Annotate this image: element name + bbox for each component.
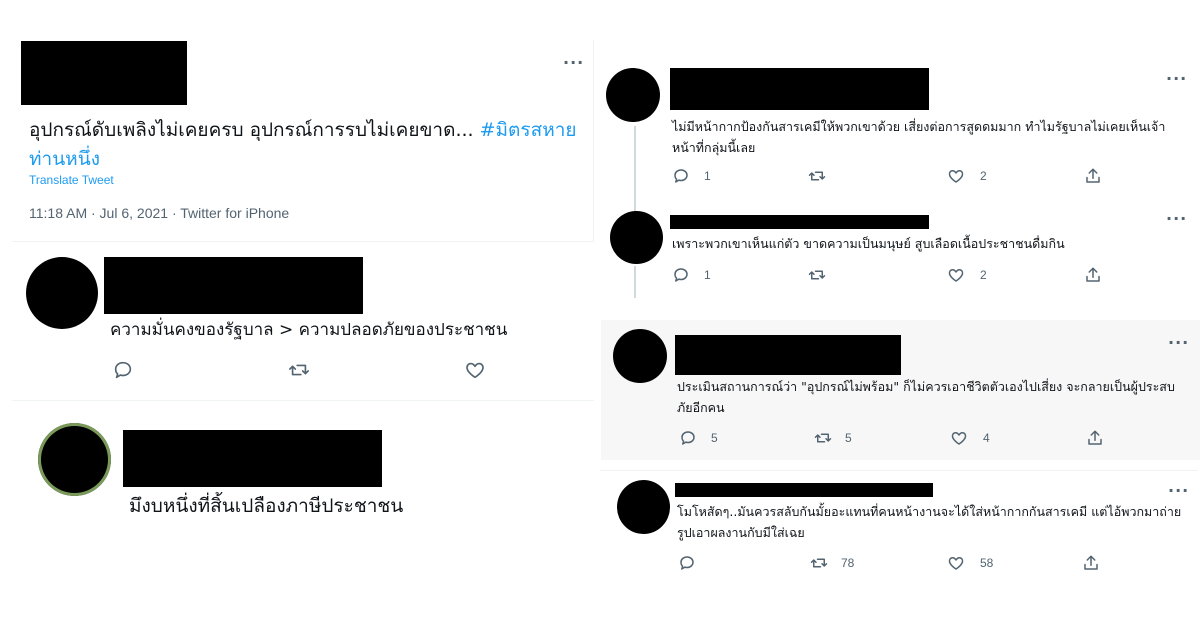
redacted-author [104,257,363,314]
reply-text: เพราะพวกเขาเห็นแก่ตัว ขาดความเป็นมนุษย์ … [672,236,1065,251]
retweet-count: 5 [845,431,852,445]
avatar[interactable] [617,480,670,534]
reply-icon [681,431,695,445]
like-button[interactable]: 2 [946,266,987,284]
retweet-icon [808,171,826,181]
retweet-button[interactable] [287,359,311,381]
retweet-button[interactable] [807,167,833,185]
avatar[interactable] [606,68,660,122]
main-tweet-body: อุปกรณ์ดับเพลิงไม่เคยครบ อุปกรณ์การรบไม่… [29,119,474,141]
redacted-author [675,483,933,497]
like-icon [948,557,964,570]
reply-button[interactable]: 1 [672,167,711,185]
reply-button[interactable]: 1 [672,266,711,284]
retweet-icon [289,364,309,376]
avatar[interactable] [26,257,98,329]
reply-count: 5 [711,431,718,445]
reply-icon [674,268,688,282]
like-button[interactable]: 2 [946,167,987,185]
share-icon [1086,267,1100,282]
like-count: 2 [980,169,987,183]
retweet-icon [814,433,832,443]
reply-count: 1 [704,268,711,282]
thread-connector [634,266,636,298]
reply-icon [674,169,688,183]
retweet-icon [810,558,828,568]
redacted-author [670,215,929,229]
retweet-icon [808,270,826,280]
redacted-author [21,41,187,105]
reply-text: โมโหสัดๆ..มันควรสลับกันมั้ยอะแทนที่คนหน้… [677,504,1182,540]
redacted-author [675,335,901,375]
like-icon [948,170,964,183]
like-icon [466,362,484,379]
avatar[interactable] [613,329,667,383]
more-icon[interactable]: ··· [1166,71,1187,87]
like-icon [948,269,964,282]
more-icon[interactable]: ··· [563,55,584,71]
more-icon[interactable]: ··· [1168,483,1189,499]
reply-button[interactable]: 5 [679,429,718,447]
retweet-button[interactable] [807,266,833,284]
like-count: 58 [980,556,994,570]
share-button[interactable] [1084,167,1102,185]
redacted-author [123,430,382,487]
main-tweet-text: อุปกรณ์ดับเพลิงไม่เคยครบ อุปกรณ์การรบไม่… [29,116,585,173]
share-button[interactable] [1086,429,1104,447]
share-button[interactable] [1084,266,1102,284]
like-icon [951,432,967,445]
retweet-button[interactable]: 5 [813,429,852,447]
reply-button[interactable] [678,554,702,572]
retweet-button[interactable]: 78 [809,554,854,572]
thread-connector [634,126,636,212]
like-button[interactable] [463,359,487,381]
more-icon[interactable]: ··· [1166,211,1187,227]
reply-text: ไม่มีหน้ากากป้องกันสารเคมีให้พวกเขาด้วย … [672,119,1166,155]
like-count: 2 [980,268,987,282]
reply-icon [114,361,132,379]
redacted-author [670,68,929,110]
retweet-count: 78 [841,556,855,570]
reply-icon [680,556,694,570]
reply-text: มึงบหนึ่งที่สิ้นเปลืองภาษีประชาชน [129,495,404,517]
translate-tweet-link[interactable]: Translate Tweet [29,173,114,187]
like-count: 4 [983,431,990,445]
tweet-meta: 11:18 AM · Jul 6, 2021 · Twitter for iPh… [29,205,290,221]
avatar[interactable] [38,423,111,496]
like-button[interactable]: 58 [946,554,993,572]
reply-text: ความมั่นคงของรัฐบาล > ความปลอดภัยของประช… [110,320,508,340]
reply-button[interactable] [112,359,134,381]
reply-text: ประเมินสถานการณ์ว่า "อุปกรณ์ไม่พร้อม" ก็… [677,379,1175,415]
avatar[interactable] [610,211,663,264]
share-icon [1084,555,1098,570]
share-button[interactable] [1082,554,1100,572]
reply-count: 1 [704,169,711,183]
like-button[interactable]: 4 [949,429,990,447]
more-icon[interactable]: ··· [1168,335,1189,351]
share-icon [1086,168,1100,183]
share-icon [1088,430,1102,445]
